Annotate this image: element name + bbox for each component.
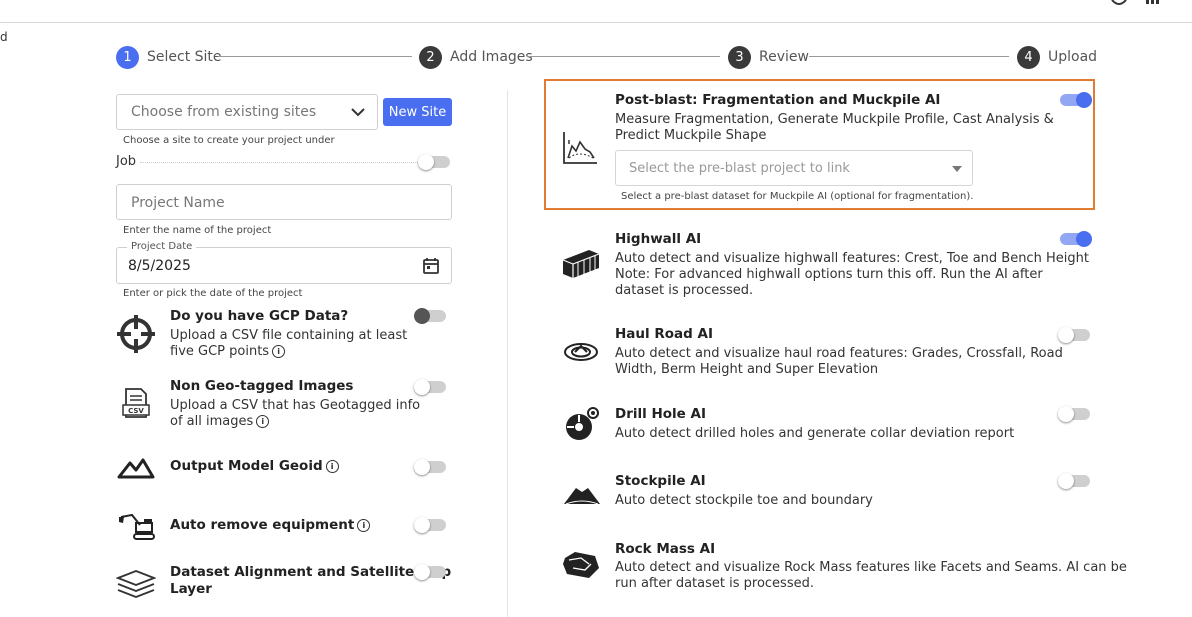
non-geotagged-toggle[interactable] — [414, 379, 448, 395]
drill-hole-toggle[interactable] — [1058, 406, 1092, 422]
non-geotagged-title: Non Geo-tagged Images — [170, 378, 354, 394]
project-date-label: Project Date — [127, 241, 197, 252]
apps-icon[interactable] — [1144, 0, 1162, 6]
rock-mass-title: Rock Mass AI — [615, 541, 716, 557]
step-connector — [809, 56, 1009, 57]
pre-blast-link-helper: Select a pre-blast dataset for Muckpile … — [621, 191, 974, 202]
step-connector — [527, 56, 720, 57]
stockpile-title: Stockpile AI — [615, 473, 706, 489]
project-date-input[interactable]: Project Date 8/5/2025 — [116, 241, 452, 284]
step-number: 3 — [728, 45, 751, 69]
post-blast-description: Measure Fragmentation, Generate Muckpile… — [615, 112, 1054, 143]
site-select-placeholder: Choose from existing sites — [131, 104, 317, 120]
profile-icon[interactable] — [1110, 0, 1128, 6]
site-helper-text: Choose a site to create your project und… — [123, 135, 335, 146]
layers-icon — [116, 570, 156, 598]
dataset-alignment-title: Dataset Alignment and Satellite Map Layer — [170, 564, 452, 597]
step-label: Upload — [1048, 49, 1098, 65]
highwall-description: Auto detect and visualize highwall featu… — [615, 251, 1089, 298]
step-label: Add Images — [450, 49, 533, 65]
step-connector — [218, 56, 412, 57]
post-blast-toggle[interactable] — [1058, 92, 1092, 108]
rock-mass-description: Auto detect and visualize Rock Mass feat… — [615, 560, 1127, 591]
project-date-value: 8/5/2025 — [128, 258, 191, 274]
highwall-toggle[interactable] — [1058, 231, 1092, 247]
auto-remove-equipment-toggle[interactable] — [414, 517, 448, 533]
step-review[interactable]: 3 Review — [728, 45, 809, 69]
dataset-alignment-toggle[interactable] — [414, 564, 448, 580]
step-add-images[interactable]: 2 Add Images — [419, 45, 533, 69]
step-upload[interactable]: 4 Upload — [1017, 45, 1097, 69]
gcp-title: Do you have GCP Data? — [170, 308, 349, 324]
stockpile-icon — [564, 488, 600, 505]
haul-road-icon — [564, 343, 598, 361]
haul-road-description: Auto detect and visualize haul road feat… — [615, 346, 1063, 377]
gcp-toggle[interactable] — [414, 308, 448, 324]
non-geotagged-description: Upload a CSV that has Geotagged info of … — [170, 398, 421, 429]
stray-text: d — [0, 30, 8, 44]
chevron-down-icon — [351, 108, 365, 117]
output-geoid-toggle[interactable] — [414, 459, 448, 475]
auto-remove-equipment-title: Auto remove equipment i — [170, 517, 371, 533]
haul-road-toggle[interactable] — [1058, 327, 1092, 343]
column-divider — [507, 90, 508, 617]
project-name-helper: Enter the name of the project — [123, 225, 272, 236]
drill-hole-description: Auto detect drilled holes and generate c… — [615, 426, 1015, 441]
muckpile-chart-icon — [563, 132, 597, 164]
info-icon[interactable]: i — [272, 345, 286, 358]
output-geoid-title: Output Model Geoid i — [170, 458, 339, 474]
rock-mass-icon — [563, 552, 599, 578]
pre-blast-link-placeholder: Select the pre-blast project to link — [629, 161, 850, 176]
project-date-helper: Enter or pick the date of the project — [123, 288, 303, 299]
gcp-description: Upload a CSV file containing at least fi… — [170, 328, 408, 359]
step-number: 4 — [1017, 45, 1040, 69]
info-icon[interactable]: i — [357, 518, 371, 532]
haul-road-title: Haul Road AI — [615, 326, 713, 342]
excavator-icon — [119, 513, 155, 540]
calendar-icon[interactable] — [422, 257, 440, 275]
drill-hole-icon — [566, 407, 599, 440]
caret-down-icon — [952, 166, 962, 172]
step-number: 2 — [419, 45, 442, 69]
svg-text:CSV: CSV — [128, 407, 144, 415]
mountain-icon — [117, 458, 155, 479]
step-number: 1 — [116, 45, 139, 69]
project-name-input[interactable]: Project Name — [116, 184, 452, 220]
stockpile-description: Auto detect stockpile toe and boundary — [615, 493, 873, 508]
post-blast-title: Post-blast: Fragmentation and Muckpile A… — [615, 92, 941, 108]
step-label: Select Site — [147, 49, 222, 65]
drill-hole-title: Drill Hole AI — [615, 406, 706, 422]
step-select-site[interactable]: 1 Select Site — [116, 45, 222, 69]
crosshair-icon — [117, 315, 155, 353]
job-label: Job — [116, 154, 137, 169]
highwall-title: Highwall AI — [615, 231, 702, 247]
info-icon[interactable]: i — [325, 459, 339, 473]
stockpile-toggle[interactable] — [1058, 473, 1092, 489]
browser-top-bar — [0, 0, 1192, 23]
new-site-button[interactable]: New Site — [383, 98, 452, 126]
project-name-placeholder: Project Name — [131, 195, 225, 211]
highwall-icon — [562, 250, 600, 278]
info-icon[interactable]: i — [256, 415, 270, 428]
site-select[interactable]: Choose from existing sites — [116, 94, 378, 130]
job-toggle[interactable] — [418, 154, 452, 170]
pre-blast-link-select[interactable]: Select the pre-blast project to link — [615, 150, 973, 186]
step-label: Review — [759, 49, 809, 65]
csv-file-icon: CSV — [122, 388, 150, 418]
job-divider — [140, 162, 418, 163]
